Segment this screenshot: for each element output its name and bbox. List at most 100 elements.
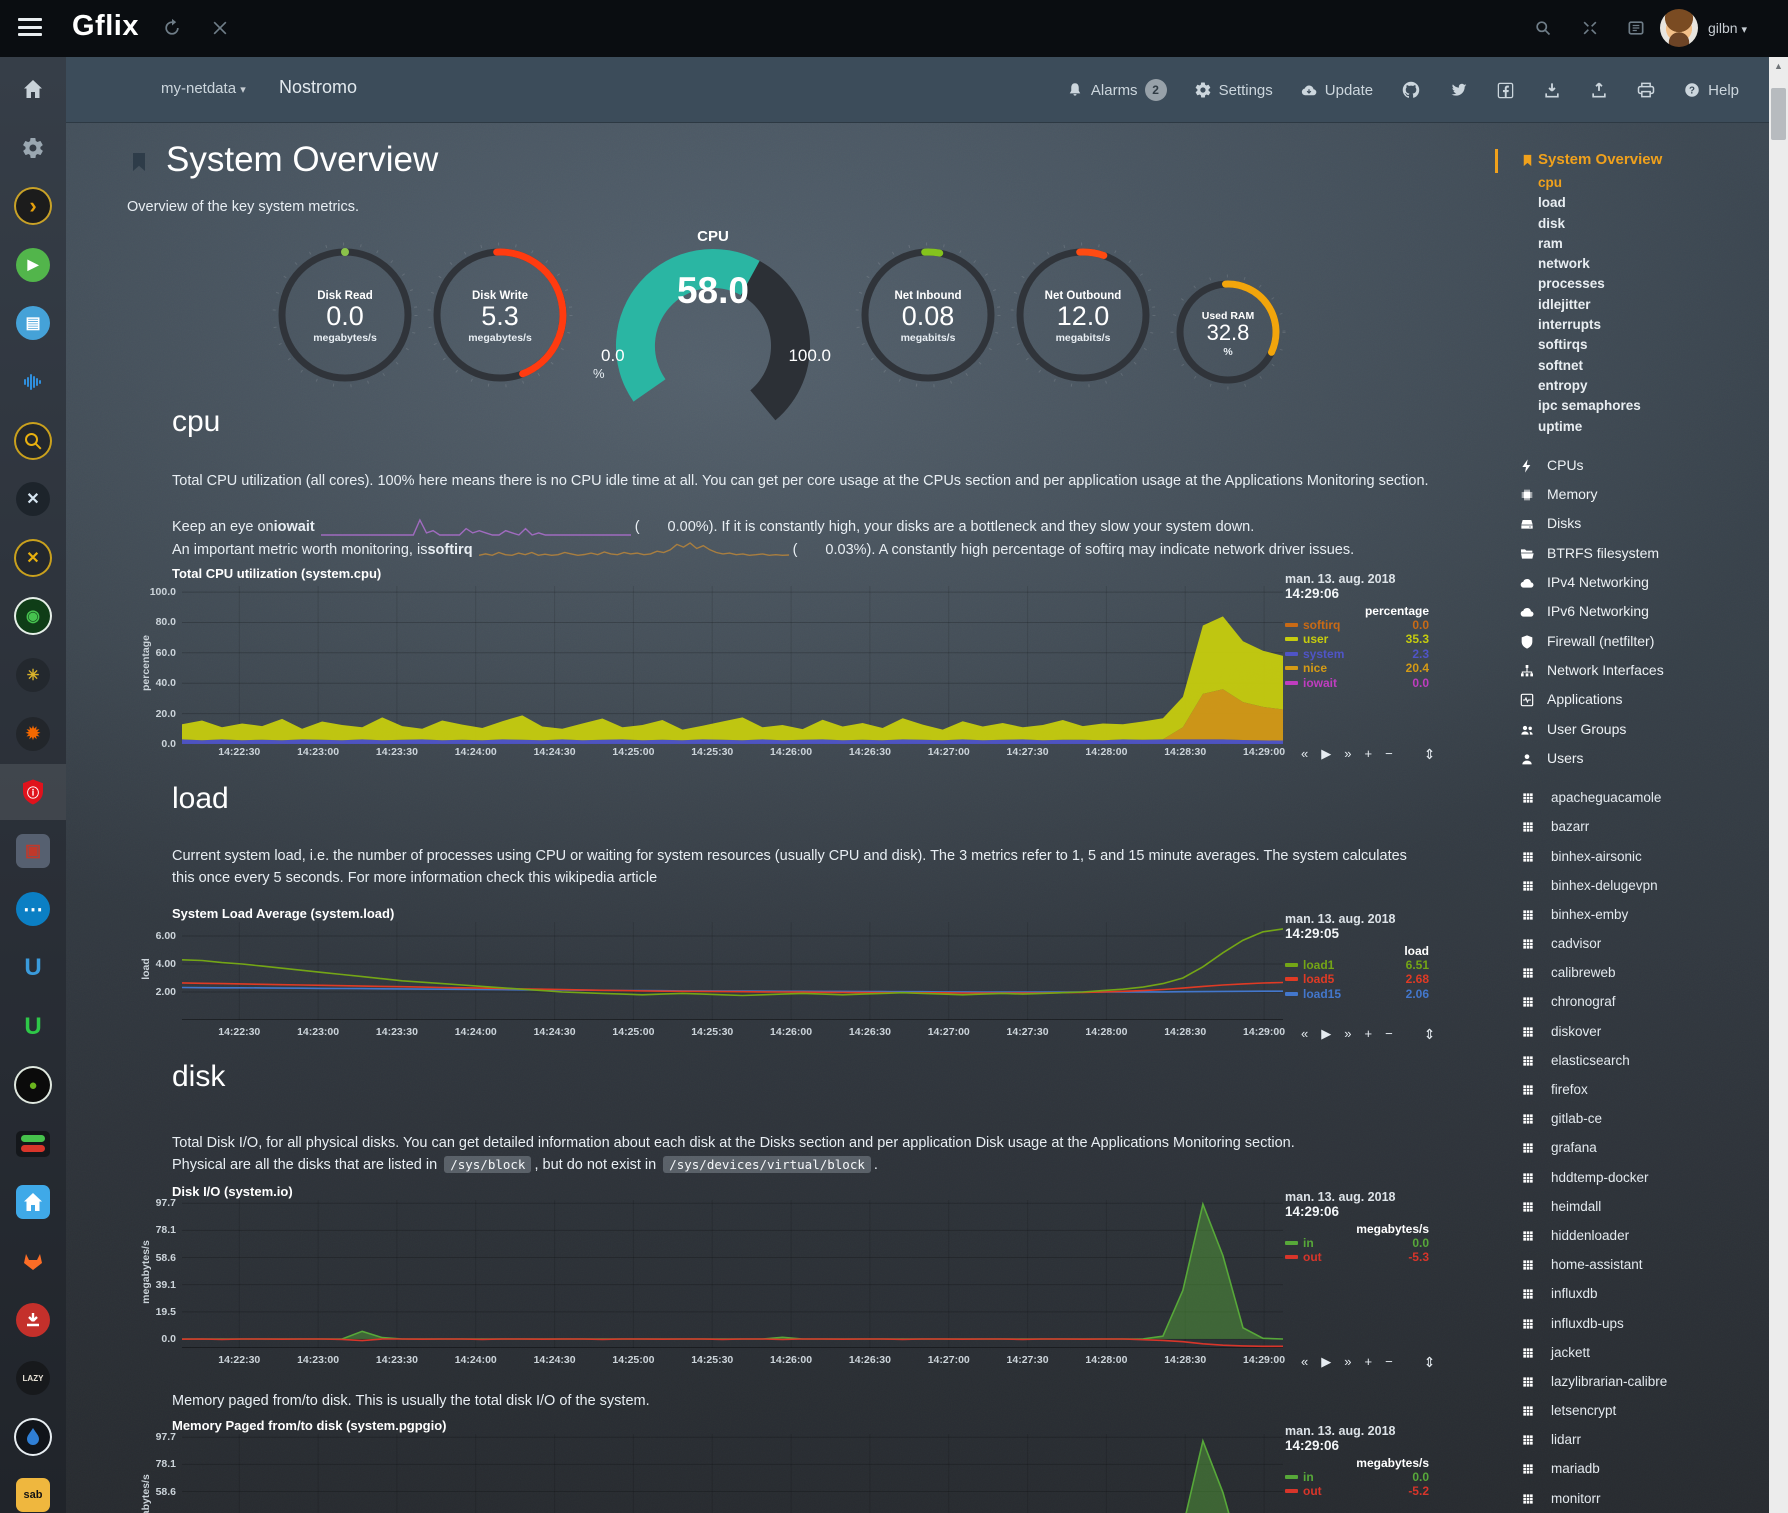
- legend-row-system[interactable]: system2.3: [1285, 647, 1429, 661]
- import-button[interactable]: [1542, 80, 1562, 100]
- sidebar-menu-cpus[interactable]: CPUs: [1495, 451, 1769, 480]
- legend-row-load1[interactable]: load16.51: [1285, 958, 1429, 972]
- sidebar-app-elasticsearch[interactable]: elasticsearch: [1495, 1046, 1769, 1075]
- sidebar-menu-firewall-netfilter-[interactable]: Firewall (netfilter): [1495, 627, 1769, 656]
- print-button[interactable]: [1636, 80, 1656, 100]
- ubooquity-icon[interactable]: U: [0, 940, 66, 996]
- resize-handle[interactable]: ⇕: [1424, 1354, 1436, 1371]
- sidebar-app-jackett[interactable]: jackett: [1495, 1338, 1769, 1367]
- sidebar-app-lidarr[interactable]: lidarr: [1495, 1425, 1769, 1454]
- user-menu[interactable]: gilbn ▾: [1708, 20, 1747, 36]
- sidebar-app-heimdall[interactable]: heimdall: [1495, 1192, 1769, 1221]
- sidebar-item-load[interactable]: load: [1495, 193, 1769, 213]
- gauge-disk-write[interactable]: Disk Write 5.3 megabytes/s: [425, 240, 575, 390]
- sidebar-app-influxdb-ups[interactable]: influxdb-ups: [1495, 1309, 1769, 1338]
- sidebar-item-ram[interactable]: ram: [1495, 234, 1769, 254]
- sidebar-item-idlejitter[interactable]: idlejitter: [1495, 295, 1769, 315]
- grafana-icon[interactable]: ✹: [0, 706, 66, 762]
- app-icon-x-gold[interactable]: ✕: [0, 530, 66, 586]
- sidebar-item-processes[interactable]: processes: [1495, 274, 1769, 294]
- refresh-icon[interactable]: [162, 18, 182, 38]
- pan-backward-button[interactable]: «: [1301, 1354, 1308, 1371]
- zoom-out-button[interactable]: −: [1385, 1354, 1393, 1371]
- sidebar-menu-network-interfaces[interactable]: Network Interfaces: [1495, 656, 1769, 685]
- alarms-button[interactable]: Alarms2: [1066, 79, 1167, 101]
- sidebar-menu-ipv4-networking[interactable]: IPv4 Networking: [1495, 568, 1769, 597]
- help-button[interactable]: Help: [1683, 81, 1739, 99]
- sidebar-app-diskover[interactable]: diskover: [1495, 1017, 1769, 1046]
- app-icon-x-dark[interactable]: ✕: [0, 471, 66, 527]
- sidebar-item-uptime[interactable]: uptime: [1495, 417, 1769, 437]
- changelog-icon[interactable]: [1626, 18, 1646, 38]
- sidebar-item-interrupts[interactable]: interrupts: [1495, 315, 1769, 335]
- sidebar-app-influxdb[interactable]: influxdb: [1495, 1279, 1769, 1308]
- sidebar-menu-disks[interactable]: Disks: [1495, 509, 1769, 538]
- sidebar-app-bazarr[interactable]: bazarr: [1495, 812, 1769, 841]
- sidebar-app-grafana[interactable]: grafana: [1495, 1133, 1769, 1162]
- sabnzbd-icon[interactable]: sab: [0, 1467, 66, 1513]
- facebook-button[interactable]: [1496, 81, 1515, 100]
- sidebar-app-binhex-airsonic[interactable]: binhex-airsonic: [1495, 842, 1769, 871]
- chart-plot-area[interactable]: [182, 922, 1283, 1020]
- search-icon[interactable]: [1533, 18, 1553, 38]
- hamburger-menu-icon[interactable]: [18, 18, 44, 38]
- pan-forward-button[interactable]: »: [1344, 1354, 1351, 1371]
- close-icon[interactable]: [210, 18, 230, 38]
- sidebar-menu-ipv6-networking[interactable]: IPv6 Networking: [1495, 597, 1769, 626]
- sidebar-app-firefox[interactable]: firefox: [1495, 1075, 1769, 1104]
- gauge-net-inbound[interactable]: Net Inbound 0.08 megabits/s: [853, 240, 1003, 390]
- gauge-cpu[interactable]: CPU 58.0 0.0 100.0 %: [593, 228, 833, 428]
- resize-handle[interactable]: ⇕: [1424, 746, 1436, 763]
- zoom-in-button[interactable]: +: [1364, 746, 1372, 763]
- sidebar-app-letsencrypt[interactable]: letsencrypt: [1495, 1396, 1769, 1425]
- legend-row-user[interactable]: user35.3: [1285, 632, 1429, 646]
- sidebar-menu-memory[interactable]: Memory: [1495, 480, 1769, 509]
- sidebar-app-binhex-emby[interactable]: binhex-emby: [1495, 900, 1769, 929]
- legend-row-softirq[interactable]: softirq0.0: [1285, 618, 1429, 632]
- sidebar-menu-btrfs-filesystem[interactable]: BTRFS filesystem: [1495, 539, 1769, 568]
- sidebar-app-apacheguacamole[interactable]: apacheguacamole: [1495, 783, 1769, 812]
- load-chart[interactable]: System Load Average (system.load)load6.0…: [110, 900, 1570, 1052]
- twitter-button[interactable]: [1449, 80, 1469, 100]
- disk-chart[interactable]: Disk I/O (system.io)megabytes/s97.778.15…: [110, 1178, 1570, 1390]
- chart-plot-area[interactable]: [182, 1200, 1283, 1348]
- settings-icon[interactable]: [0, 120, 66, 176]
- legend-row-iowait[interactable]: iowait0.0: [1285, 676, 1429, 690]
- sidebar-app-monitorr[interactable]: monitorr: [1495, 1484, 1769, 1513]
- github-button[interactable]: [1400, 79, 1422, 101]
- netdata-icon[interactable]: ⓘ: [0, 764, 66, 820]
- fullscreen-icon[interactable]: [1580, 18, 1600, 38]
- emby-icon[interactable]: ▶: [0, 237, 66, 293]
- sidebar-menu-users[interactable]: Users: [1495, 744, 1769, 773]
- sidebar-menu-user-groups[interactable]: User Groups: [1495, 715, 1769, 744]
- scrollbar[interactable]: ▲: [1769, 57, 1788, 1513]
- zoom-in-button[interactable]: +: [1364, 1026, 1372, 1043]
- sidebar-app-cadvisor[interactable]: cadvisor: [1495, 929, 1769, 958]
- legend-row-load5[interactable]: load52.68: [1285, 972, 1429, 986]
- scrollbar-up-arrow[interactable]: ▲: [1769, 61, 1788, 71]
- sidebar-app-calibreweb[interactable]: calibreweb: [1495, 958, 1769, 987]
- monitorr-icon[interactable]: [0, 1116, 66, 1172]
- sidebar-app-hiddenloader[interactable]: hiddenloader: [1495, 1221, 1769, 1250]
- zoom-in-button[interactable]: +: [1364, 1354, 1372, 1371]
- nextcloud-icon[interactable]: ⋯: [0, 881, 66, 937]
- sidebar-app-chronograf[interactable]: chronograf: [1495, 987, 1769, 1016]
- chart-plot-area[interactable]: [182, 586, 1283, 744]
- sidebar-item-ipc-semaphores[interactable]: ipc semaphores: [1495, 396, 1769, 416]
- duplicati-icon[interactable]: [0, 1409, 66, 1465]
- home-icon[interactable]: [0, 61, 66, 117]
- sidebar-item-entropy[interactable]: entropy: [1495, 376, 1769, 396]
- update-button[interactable]: Update: [1300, 81, 1373, 99]
- sidebar-menu-applications[interactable]: Applications: [1495, 685, 1769, 714]
- settings-button[interactable]: Settings: [1194, 81, 1273, 99]
- download-app-icon[interactable]: [0, 1292, 66, 1348]
- zoom-out-button[interactable]: −: [1385, 1026, 1393, 1043]
- play-button[interactable]: ▶: [1321, 1354, 1331, 1371]
- home-assistant-icon[interactable]: [0, 1174, 66, 1230]
- sidebar-item-softirqs[interactable]: softirqs: [1495, 335, 1769, 355]
- play-button[interactable]: ▶: [1321, 746, 1331, 763]
- chart-plot-area[interactable]: [182, 1434, 1283, 1513]
- diskover-icon[interactable]: ✳: [0, 647, 66, 703]
- scrollbar-thumb[interactable]: [1771, 88, 1786, 140]
- sidebar-app-home-assistant[interactable]: home-assistant: [1495, 1250, 1769, 1279]
